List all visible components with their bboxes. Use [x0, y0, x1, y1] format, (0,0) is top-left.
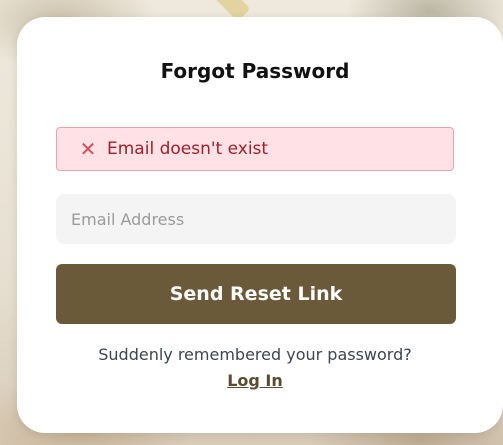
close-icon: ✕ [79, 137, 97, 161]
log-in-link[interactable]: Log In [17, 371, 493, 390]
page-title: Forgot Password [160, 59, 350, 83]
error-message: Email doesn't exist [107, 139, 269, 159]
send-reset-link-button[interactable]: Send Reset Link [56, 264, 456, 324]
email-field[interactable] [56, 194, 456, 244]
forgot-password-card: Forgot Password ✕ Email doesn't exist Se… [17, 17, 503, 433]
error-alert: ✕ Email doesn't exist [56, 127, 454, 171]
remember-password-text: Suddenly remembered your password? [98, 345, 412, 364]
